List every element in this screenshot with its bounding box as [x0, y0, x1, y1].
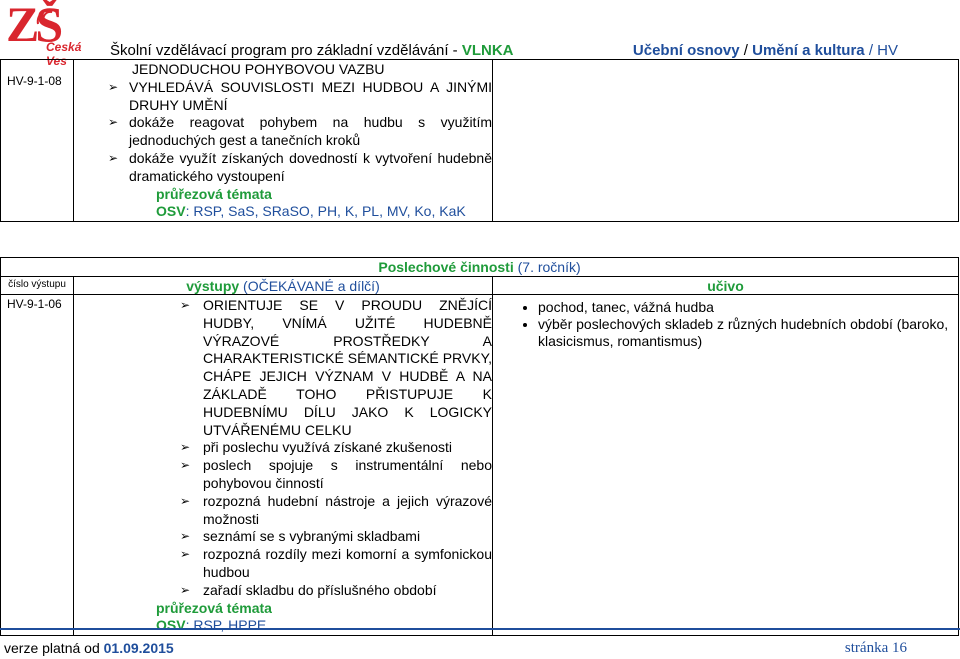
output-item: ➢ zařadí skladbu do příslušného období	[180, 581, 437, 598]
output-item: ➢ při poslechu využívá získané zkušenosti	[180, 439, 453, 456]
version-date: 01.09.2015	[103, 640, 174, 656]
output-code: HV-9-1-08	[7, 74, 62, 88]
program-name: VLNKA	[461, 42, 514, 59]
output-item: ➢ dokáže reagovat pohybem na hudbu s využ…	[108, 114, 492, 149]
program-title: Školní vzdělávací program pro základní v…	[110, 42, 514, 59]
page-footer: verze platná od 01.09.2015 stránka 16	[0, 628, 960, 659]
cross-topics-title: průřezová témata	[156, 599, 272, 616]
arrow-bullet-icon: ➢	[180, 547, 191, 562]
column-header-outputs: výstupy (OČEKÁVANÉ a dílčí)	[73, 276, 493, 295]
arrow-bullet-icon: ➢	[108, 79, 119, 94]
output-code-cell: HV-9-1-06	[0, 293, 74, 637]
version-info: verze platná od 01.09.2015	[4, 640, 174, 656]
arrow-bullet-icon: ➢	[108, 150, 119, 165]
outputs-table-continued: HV-9-1-08 JEDNODUCHOU POHYBOVOU VAZBU ➢ V…	[0, 58, 959, 223]
cross-topics-title: průřezová témata	[156, 185, 272, 202]
output-item: ➢ seznámí se s vybranými skladbami	[180, 528, 421, 545]
output-item: ➢ rozpozná hudební nástroje a jejich výra…	[180, 492, 492, 527]
arrow-bullet-icon: ➢	[180, 493, 191, 508]
outputs-cell: JEDNODUCHOU POHYBOVOU VAZBU ➢ VYHLEDÁVÁ S…	[73, 58, 493, 223]
school-logo: ZŠ Česká Ves	[6, 0, 102, 68]
logo-swirl-icon	[36, 9, 53, 25]
outputs-cell: ➢ ORIENTUJE SE V PROUDU ZNĚJÍCÍ HUDBY, VN…	[73, 293, 493, 637]
arrow-bullet-icon: ➢	[180, 458, 191, 473]
continued-line: JEDNODUCHOU POHYBOVOU VAZBU	[132, 61, 385, 77]
arrow-bullet-icon: ➢	[180, 529, 191, 544]
cross-topics-osv: OSV: RSP, SaS, SRaSO, PH, K, PL, MV, Ko,…	[156, 203, 466, 220]
output-item: ➢ dokáže využít získaných dovedností k vy…	[108, 149, 492, 184]
output-item: ➢ ORIENTUJE SE V PROUDU ZNĚJÍCÍ HUDBY, VN…	[180, 297, 492, 438]
output-item: ➢ rozpozná rozdíly mezi komorní a symfoni…	[180, 546, 492, 580]
arrow-bullet-icon: ➢	[108, 115, 119, 130]
output-item: ➢ VYHLEDÁVÁ SOUVISLOSTI MEZI HUDBOU A JIN…	[108, 78, 492, 113]
arrow-bullet-icon: ➢	[180, 582, 191, 597]
page-header: ZŠ Česká Ves Školní vzdělávací program p…	[0, 0, 960, 68]
arrow-bullet-icon: ➢	[180, 298, 191, 312]
column-header-content: učivo	[492, 276, 959, 295]
content-item: výběr poslechových skladeb z různých hud…	[538, 316, 958, 350]
content-cell	[492, 58, 959, 223]
output-code-cell: HV-9-1-08	[0, 58, 74, 223]
output-item: ➢ poslech spojuje s instrumentální nebo p…	[180, 457, 492, 491]
curriculum-breadcrumb: Učební osnovy / Umění a kultura / HV	[632, 42, 898, 59]
column-header-code: číslo výstupu	[0, 276, 74, 295]
page-number: stránka 16	[844, 640, 907, 656]
arrow-bullet-icon: ➢	[180, 440, 191, 455]
content-cell: pochod, tanec, vážná hudba výběr poslech…	[492, 293, 959, 637]
content-item: pochod, tanec, vážná hudba	[538, 299, 958, 316]
output-code: HV-9-1-06	[7, 297, 62, 311]
listening-activities-table: Poslechové činnosti (7. ročník) číslo vý…	[0, 257, 959, 637]
content-list: pochod, tanec, vážná hudba výběr poslech…	[493, 299, 958, 350]
section-title: Poslechové činnosti (7. ročník)	[0, 257, 959, 277]
